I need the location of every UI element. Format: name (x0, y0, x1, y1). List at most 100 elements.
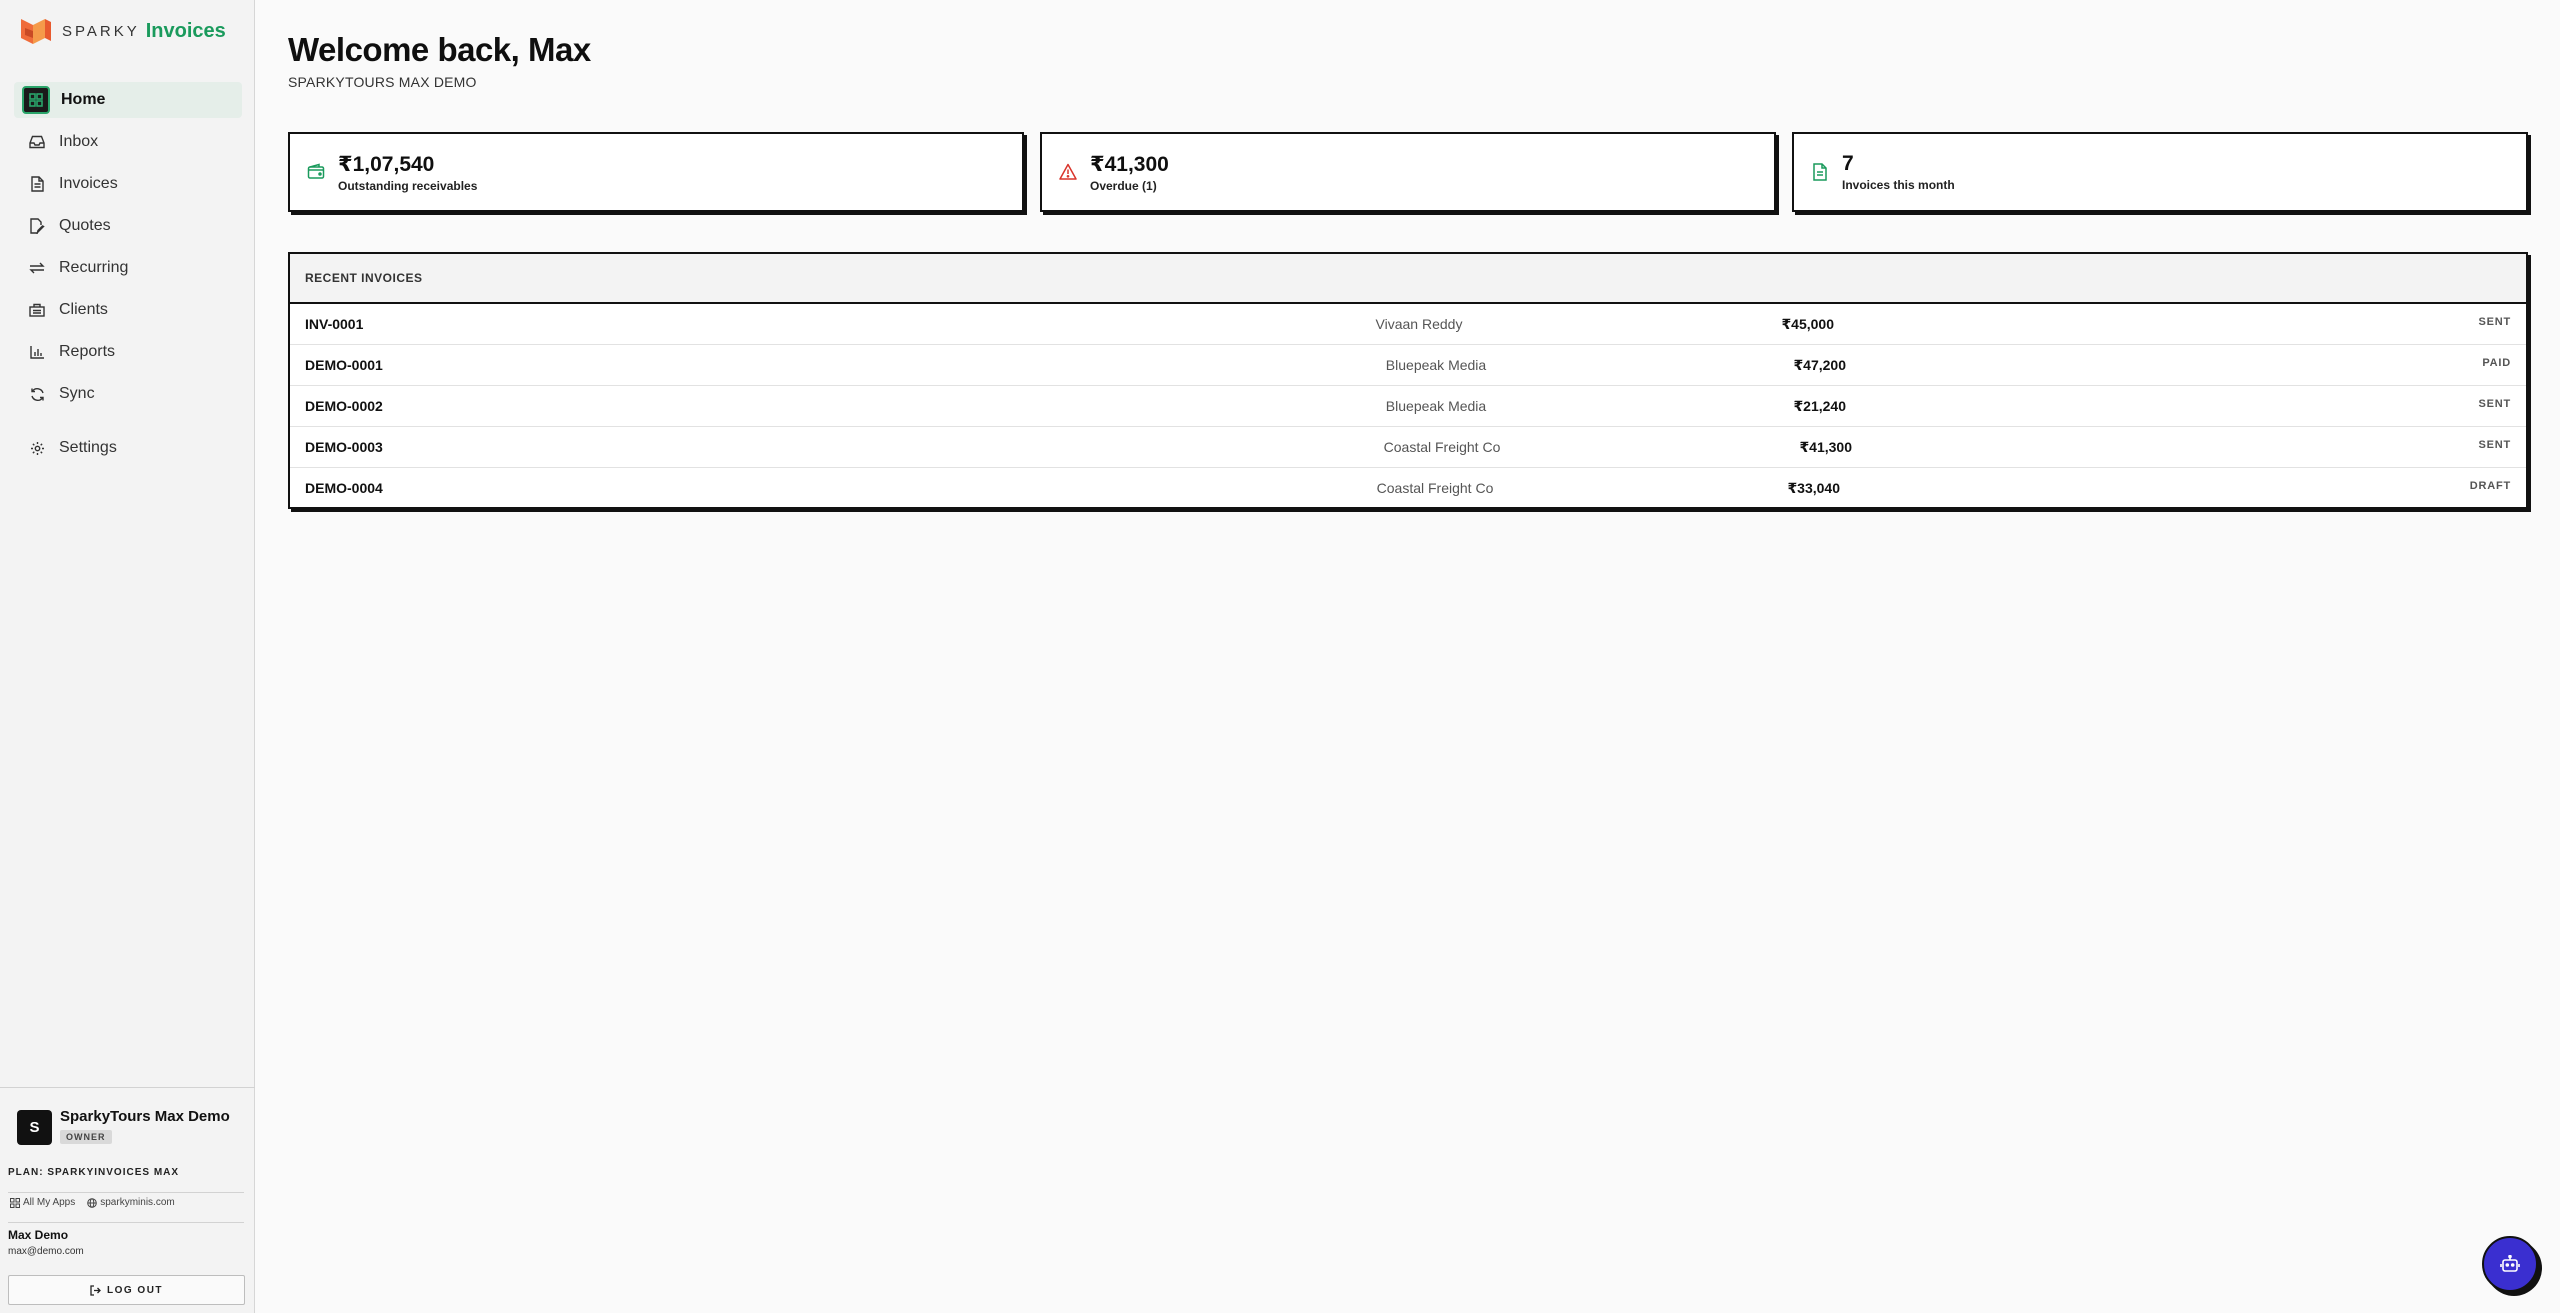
nav-item-label: Recurring (59, 259, 129, 276)
stat-card-overdue[interactable]: ₹41,300 Overdue (1) (1040, 132, 1776, 212)
nav-item-label: Home (61, 91, 106, 108)
logout-icon (90, 1284, 101, 1296)
robot-icon (2500, 1255, 2520, 1272)
stat-value: ₹1,07,540 (338, 152, 435, 176)
sidebar: SPARKY Invoices Home Inbox Invoices Quot… (0, 0, 255, 1313)
invoice-number: DEMO-0001 (305, 357, 383, 373)
stat-card-invoices-month[interactable]: 7 Invoices this month (1792, 132, 2528, 212)
footer-links: All My Apps sparkyminis.com (10, 1197, 187, 1208)
table-row[interactable]: DEMO-0001 Bluepeak Media ₹47,200 PAID (290, 345, 2526, 386)
inbox-icon (28, 133, 46, 151)
brand-sparky-text: SPARKY (62, 22, 140, 40)
table-row[interactable]: DEMO-0003 Coastal Freight Co ₹41,300 SEN… (290, 427, 2526, 468)
org-name: SparkyTours Max Demo (60, 1108, 230, 1125)
client-cell: Coastal Freight Co (290, 480, 2526, 496)
stat-label: Invoices this month (1842, 178, 1955, 192)
stat-card-outstanding[interactable]: ₹1,07,540 Outstanding receivables (288, 132, 1024, 212)
table-row[interactable]: DEMO-0004 Coastal Freight Co ₹33,040 DRA… (290, 468, 2526, 509)
client-cell: Coastal Freight Co (290, 439, 2526, 455)
globe-icon (87, 1197, 98, 1208)
invoice-amount: ₹33,040 (1787, 480, 1840, 496)
nav-item-label: Clients (59, 301, 108, 318)
table-row[interactable]: DEMO-0002 Bluepeak Media ₹21,240 SENT (290, 386, 2526, 427)
main-nav: Home Inbox Invoices Quotes Recurring Cli… (14, 82, 242, 472)
org-avatar: S (17, 1110, 52, 1145)
nav-item-clients[interactable]: Clients (14, 292, 242, 328)
invoice-amount: ₹47,200 (1793, 357, 1846, 373)
invoice-amount: ₹41,300 (1799, 439, 1852, 455)
sparky-logo-icon (21, 19, 51, 44)
org-switcher[interactable]: S SparkyTours Max Demo OWNER (17, 1108, 230, 1145)
invoice-number: DEMO-0004 (305, 480, 383, 496)
all-apps-link[interactable]: All My Apps (10, 1197, 75, 1208)
stat-value: 7 (1842, 152, 1854, 175)
nav-item-recurring[interactable]: Recurring (14, 250, 242, 286)
wallet-icon (307, 163, 325, 179)
grid-icon (10, 1197, 20, 1208)
nav-item-label: Reports (59, 343, 116, 360)
invoice-number: DEMO-0003 (305, 439, 383, 455)
client-name: Coastal Freight Co (1383, 439, 1501, 455)
dashboard-icon (22, 86, 50, 114)
brand-logo-link[interactable]: SPARKY Invoices (19, 16, 226, 46)
recent-invoices-table: RECENT INVOICES INV-0001 Vivaan Reddy ₹4… (288, 252, 2528, 509)
invoice-number: INV-0001 (305, 316, 364, 332)
bar-chart-icon (28, 343, 46, 361)
divider (8, 1222, 244, 1223)
user-email: max@demo.com (8, 1246, 84, 1257)
client-name: Bluepeak Media (1385, 357, 1487, 373)
client-name: Coastal Freight Co (1376, 480, 1494, 496)
status-badge: PAID (2482, 357, 2511, 369)
nav-item-quotes[interactable]: Quotes (14, 208, 242, 244)
nav-item-label: Sync (59, 385, 95, 402)
status-badge: SENT (2478, 316, 2511, 328)
nav-item-invoices[interactable]: Invoices (14, 166, 242, 202)
status-badge: SENT (2478, 439, 2511, 451)
building-icon (28, 301, 46, 319)
nav-item-home[interactable]: Home (14, 82, 242, 118)
role-badge: OWNER (60, 1130, 112, 1144)
nav-item-settings[interactable]: Settings (14, 430, 242, 466)
refresh-icon (28, 385, 46, 403)
stat-label: Outstanding receivables (338, 178, 478, 193)
client-cell: Vivaan Reddy (290, 316, 2526, 332)
assistant-button[interactable] (2482, 1236, 2538, 1292)
warning-icon (1059, 163, 1077, 180)
invoice-amount: ₹45,000 (1781, 316, 1834, 332)
brand-product-text: Invoices (145, 19, 226, 42)
all-apps-label: All My Apps (23, 1197, 76, 1208)
nav-item-reports[interactable]: Reports (14, 334, 242, 370)
repeat-icon (28, 259, 46, 277)
client-name: Bluepeak Media (1385, 398, 1487, 414)
client-name: Vivaan Reddy (1375, 316, 1463, 332)
client-cell: Bluepeak Media (290, 357, 2526, 373)
page-title: Welcome back, Max (288, 31, 591, 68)
nav-item-label: Invoices (59, 175, 118, 192)
table-header: RECENT INVOICES (290, 254, 2526, 304)
stat-label: Overdue (1) (1090, 178, 1157, 193)
document-icon (28, 175, 46, 193)
page-subtitle: SPARKYTOURS MAX DEMO (288, 74, 477, 90)
nav-item-label: Settings (59, 439, 117, 456)
nav-item-label: Quotes (59, 217, 111, 234)
divider (8, 1192, 244, 1193)
logout-label: LOG OUT (106, 1284, 164, 1296)
nav-item-inbox[interactable]: Inbox (14, 124, 242, 160)
client-cell: Bluepeak Media (290, 398, 2526, 414)
site-link-label: sparkyminis.com (100, 1197, 175, 1208)
nav-item-label: Inbox (59, 133, 99, 150)
status-badge: SENT (2478, 398, 2511, 410)
site-link[interactable]: sparkyminis.com (87, 1197, 175, 1208)
plan-label: PLAN: SPARKYINVOICES MAX (8, 1167, 180, 1178)
document-icon (1813, 163, 1827, 181)
logout-button[interactable]: LOG OUT (8, 1275, 245, 1305)
table-row[interactable]: INV-0001 Vivaan Reddy ₹45,000 SENT (290, 304, 2526, 345)
quote-edit-icon (28, 217, 46, 235)
user-name: Max Demo (8, 1228, 69, 1242)
gear-icon (28, 439, 46, 457)
account-panel: S SparkyTours Max Demo OWNER PLAN: SPARK… (0, 1087, 255, 1305)
status-badge: DRAFT (2469, 480, 2511, 492)
invoice-amount: ₹21,240 (1793, 398, 1846, 414)
stat-value: ₹41,300 (1090, 152, 1169, 176)
nav-item-sync[interactable]: Sync (14, 376, 242, 412)
